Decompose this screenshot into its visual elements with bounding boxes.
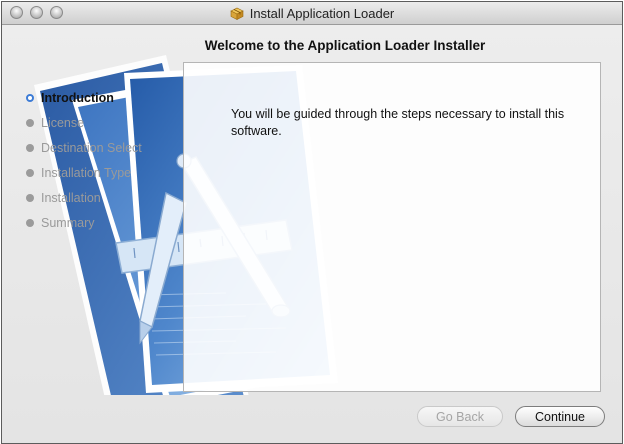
step-label: Destination Select (41, 140, 142, 155)
content-panel: You will be guided through the steps nec… (183, 62, 601, 392)
step-introduction: Introduction (26, 85, 142, 110)
intro-message: You will be guided through the steps nec… (231, 107, 565, 138)
step-installation-type: Installation Type (26, 160, 142, 185)
step-label: Installation (41, 190, 101, 205)
title-bar[interactable]: Install Application Loader (2, 2, 622, 25)
step-license: License (26, 110, 142, 135)
installer-content: Welcome to the Application Loader Instal… (2, 25, 622, 443)
step-destination-select: Destination Select (26, 135, 142, 160)
step-label: License (41, 115, 85, 130)
step-label: Installation Type (41, 165, 132, 180)
installer-window: Install Application Loader Welcome to th… (1, 1, 623, 444)
continue-button[interactable]: Continue (515, 406, 605, 427)
window-title: Install Application Loader (249, 5, 395, 21)
step-bullet-icon (26, 168, 34, 177)
step-installation: Installation (26, 185, 142, 210)
step-current-bullet-icon (26, 93, 34, 102)
step-bullet-icon (26, 218, 34, 227)
step-label: Introduction (41, 90, 114, 105)
step-summary: Summary (26, 210, 142, 235)
installer-steps: Introduction License Destination Select … (26, 85, 142, 235)
window-title-group: Install Application Loader (2, 2, 622, 24)
step-bullet-icon (26, 193, 34, 202)
step-bullet-icon (26, 118, 34, 127)
step-bullet-icon (26, 143, 34, 152)
go-back-button[interactable]: Go Back (417, 406, 503, 427)
package-icon (230, 7, 244, 20)
step-label: Summary (41, 215, 95, 230)
